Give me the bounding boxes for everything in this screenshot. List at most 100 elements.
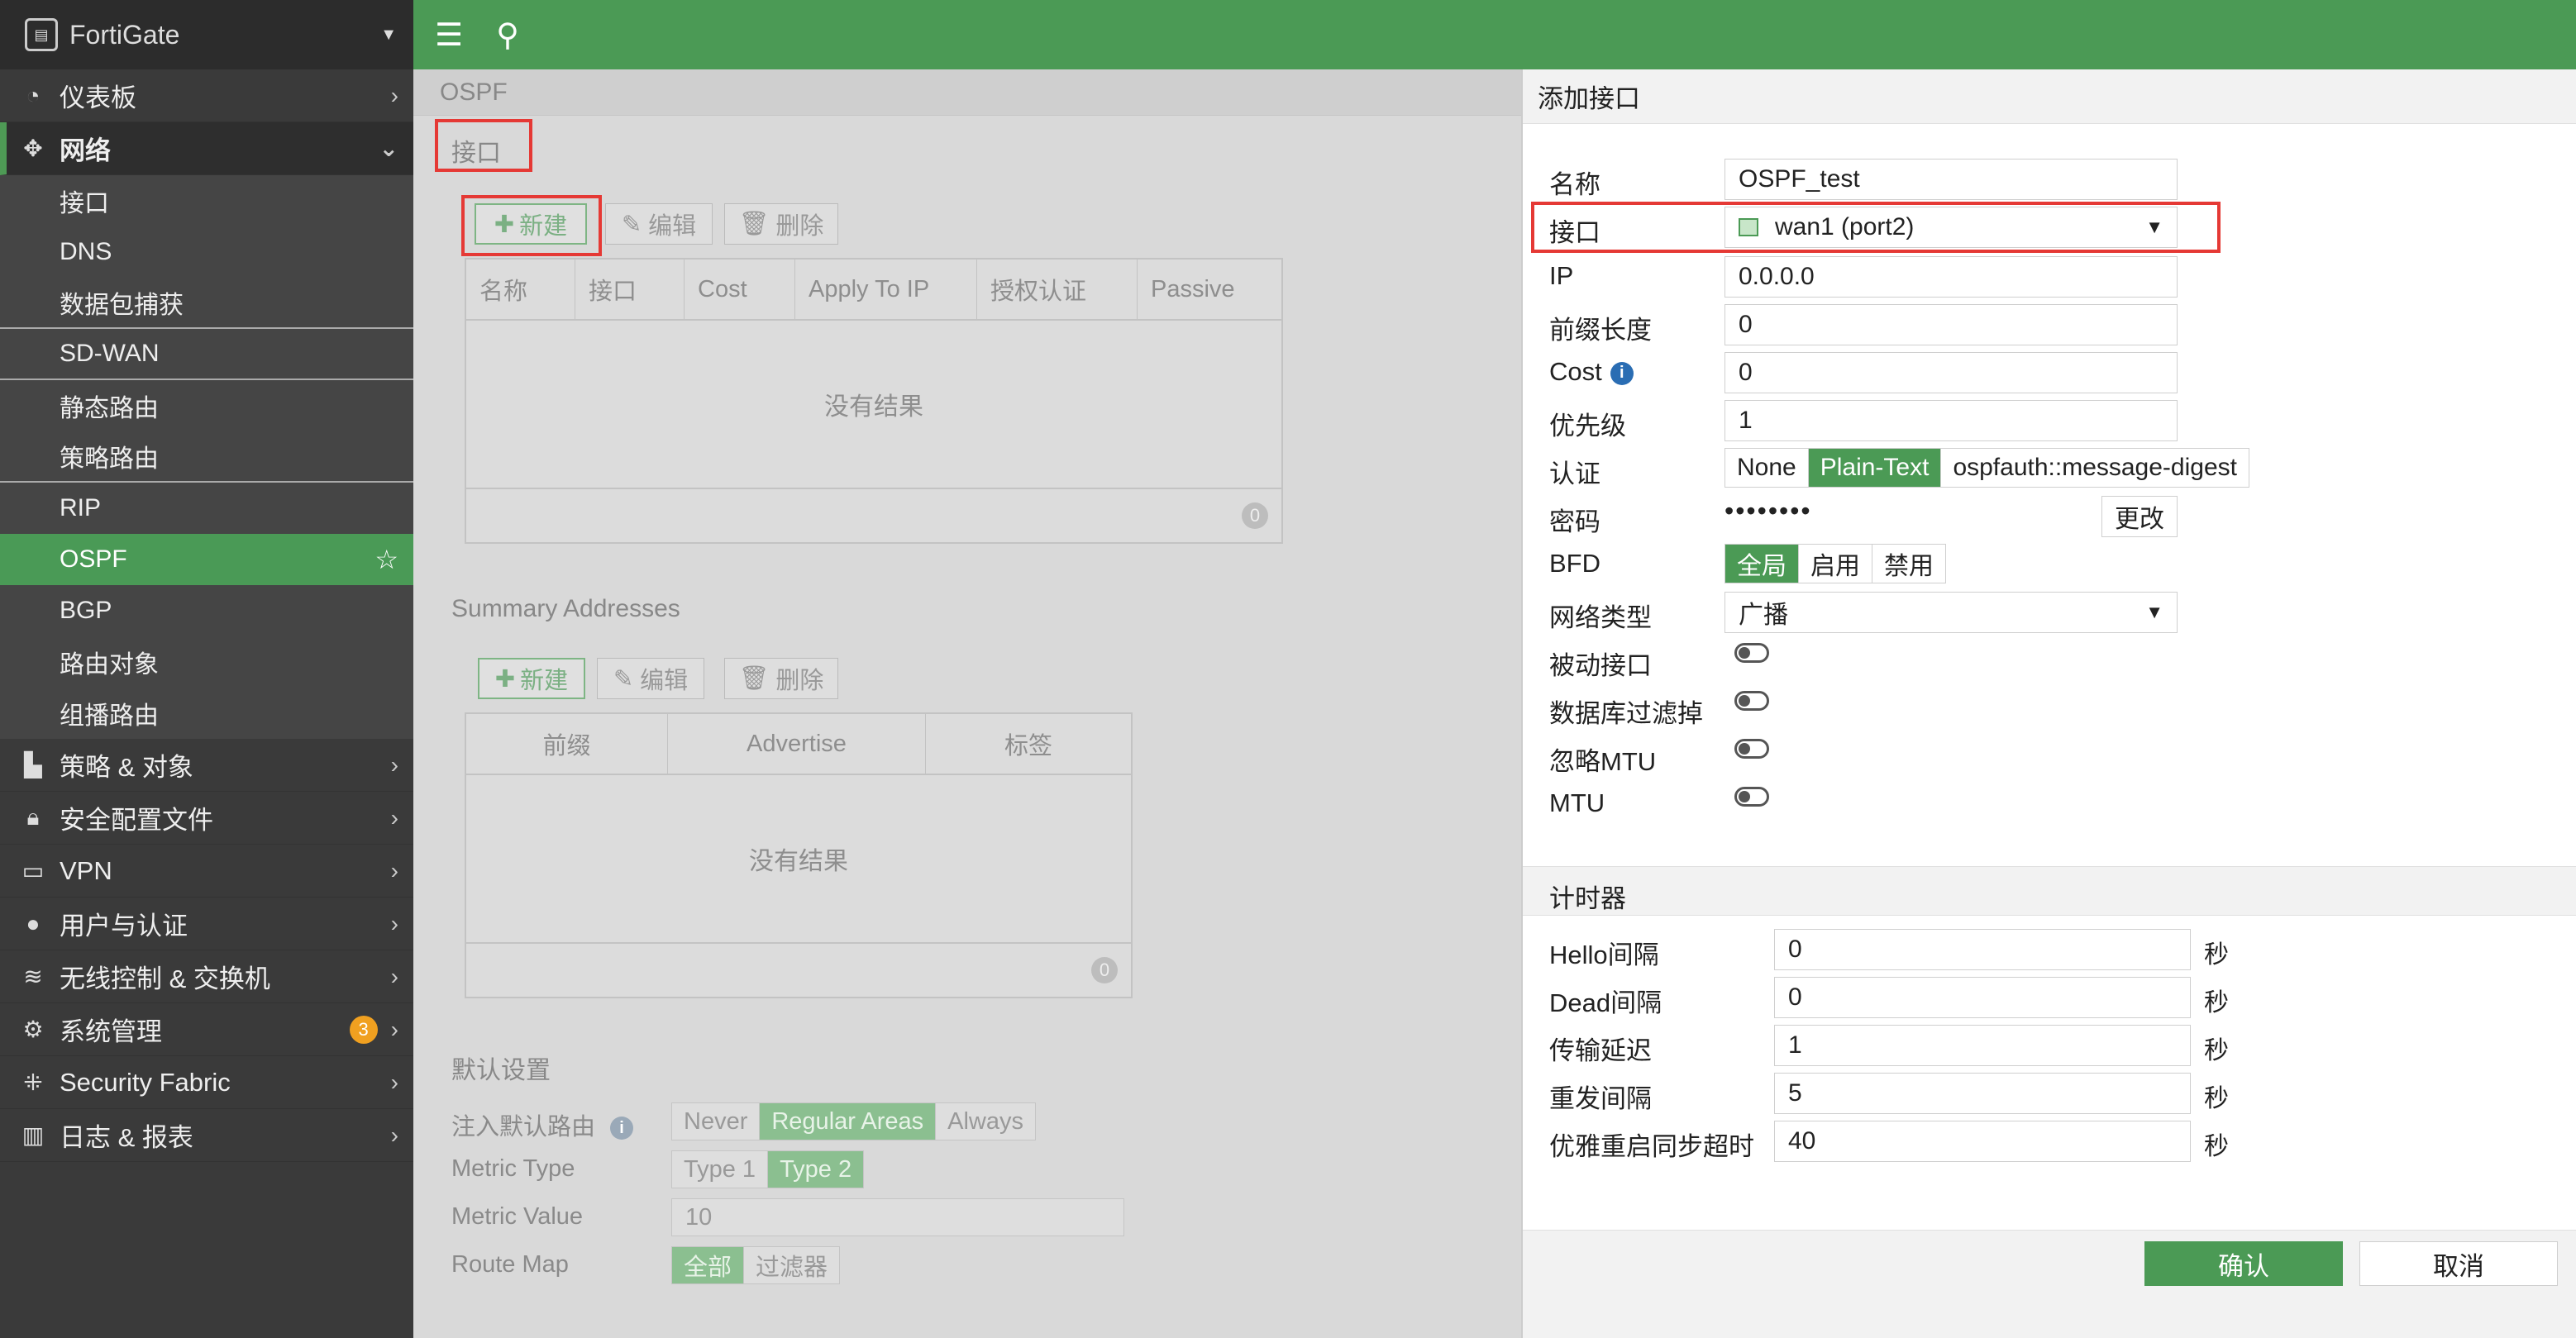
auth-option-plain-text[interactable]: Plain-Text [1808,449,1942,487]
sidebar-sub-routing-objects[interactable]: 路由对象 [0,636,413,688]
chevron-right-icon: › [390,910,398,936]
fortigate-logo-icon: ▤ [25,18,58,51]
option-type1[interactable]: Type 1 [672,1151,769,1188]
info-icon[interactable]: i [610,1117,634,1140]
delete-summary-button[interactable]: 🗑︎ 删除 [724,658,838,699]
option-regular-areas[interactable]: Regular Areas [760,1103,937,1140]
column-header[interactable]: Cost [685,260,795,319]
sidebar-item-wifi-switch[interactable]: ≋ 无线控制 & 交换机 › [0,950,413,1003]
change-password-button[interactable]: 更改 [2101,496,2178,537]
priority-input[interactable]: 1 [1724,400,2178,441]
column-header[interactable]: 名称 [466,260,575,319]
sidebar-sub-label: 数据包捕获 [60,292,184,319]
bfd-option-global[interactable]: 全局 [1725,545,1799,583]
sidebar-sub-rip[interactable]: RIP [0,483,413,534]
sidebar-item-log-report[interactable]: ▥ 日志 & 报表 › [0,1109,413,1162]
sidebar-sub-multicast[interactable]: 组播路由 [0,688,413,739]
option-type2[interactable]: Type 2 [768,1151,864,1188]
database-filter-toggle[interactable] [1734,691,1769,711]
network-type-select[interactable]: 广播 ▼ [1724,592,2178,633]
label-text: Cost [1549,357,1602,386]
prefix-length-input[interactable]: 0 [1724,304,2178,345]
sidebar-sub-label: SD-WAN [60,340,160,367]
edit-interface-button[interactable]: ✎ 编辑 [605,203,713,245]
column-header[interactable]: Apply To IP [795,260,977,319]
sidebar-sub-ospf[interactable]: OSPF ☆ [0,534,413,585]
button-label: 删除 [775,668,824,694]
search-icon[interactable]: ⚲ [496,17,519,54]
password-value: •••••••• [1724,496,1812,526]
interfaces-table: 名称 接口 Cost Apply To IP 授权认证 Passive 没有结果… [465,258,1283,544]
option-always[interactable]: Always [936,1103,1035,1140]
sidebar-item-label: 日志 & 报表 [60,1123,193,1152]
sidebar-sub-sdwan[interactable]: SD-WAN [0,329,413,380]
hello-interval-input[interactable]: 0 [1774,929,2191,970]
sidebar-sub-interfaces[interactable]: 接口 [0,175,413,226]
star-icon[interactable]: ☆ [374,544,398,575]
passive-interface-toggle[interactable] [1734,643,1769,663]
hamburger-menu-icon[interactable]: ☰ [435,17,463,54]
ignore-mtu-label: 忽略MTU [1549,747,1657,776]
cost-input[interactable]: 0 [1724,352,2178,393]
trash-icon: 🗑︎ [738,211,770,237]
option-filter[interactable]: 过滤器 [744,1247,840,1283]
name-input[interactable]: OSPF_test [1724,159,2178,200]
timers-section-title: 计时器 [1549,884,1626,913]
metric-value-input[interactable]: 10 [671,1198,1124,1236]
column-header[interactable]: Passive [1138,260,1281,319]
sidebar-sub-dns[interactable]: DNS [0,226,413,278]
sidebar-item-dashboard[interactable]: ◔ 仪表板 › [0,69,413,122]
column-header[interactable]: 前缀 [466,714,668,774]
sidebar-sub-label: BGP [60,597,112,624]
table-footer: 0 [466,488,1281,540]
bfd-option-disable[interactable]: 禁用 [1872,545,1945,583]
button-label: 新建 [520,668,569,694]
sidebar-sub-policy-routes[interactable]: 策略路由 [0,431,413,483]
bfd-option-enable[interactable]: 启用 [1799,545,1872,583]
mtu-toggle[interactable] [1734,787,1769,807]
brand-header[interactable]: ▤ FortiGate ▼ [0,0,413,69]
auth-option-none[interactable]: None [1725,449,1809,487]
sidebar-item-policy-objects[interactable]: ▙ 策略 & 对象 › [0,739,413,792]
brand-name: FortiGate [69,19,180,50]
delete-interface-button[interactable]: 🗑︎ 删除 [724,203,838,245]
ignore-mtu-toggle[interactable] [1734,739,1769,759]
sidebar-item-security-profiles[interactable]: 🔒︎ 安全配置文件 › [0,792,413,845]
sidebar-sub-packet-capture[interactable]: 数据包捕获 [0,278,413,329]
dead-interval-input[interactable]: 0 [1774,977,2191,1018]
sidebar-item-vpn[interactable]: ▭ VPN › [0,845,413,898]
ip-input[interactable]: 0.0.0.0 [1724,256,2178,298]
column-header[interactable]: 授权认证 [977,260,1138,319]
sidebar-item-label: 策略 & 对象 [60,753,193,782]
column-header[interactable]: 接口 [575,260,685,319]
column-header[interactable]: 标签 [926,714,1131,774]
sidebar-sub-label: 组播路由 [60,702,159,730]
button-label: 删除 [775,213,824,240]
interfaces-section-title: 接口 [451,140,501,167]
interface-select[interactable]: wan1 (port2) ▼ [1724,207,2178,248]
hello-interval-label: Hello间隔 [1549,940,1659,969]
sidebar-sub-label: 静态路由 [60,395,159,422]
sidebar-sub-static-routes[interactable]: 静态路由 [0,380,413,431]
sidebar-item-system[interactable]: ⚙ 系统管理 3 › [0,1003,413,1056]
sidebar-sub-label: DNS [60,238,112,265]
graceful-restart-timeout-input[interactable]: 40 [1774,1121,2191,1162]
timers-header [1523,866,2576,916]
retransmit-interval-input[interactable]: 5 [1774,1073,2191,1114]
sidebar-item-security-fabric[interactable]: ⁜ Security Fabric › [0,1056,413,1109]
option-never[interactable]: Never [672,1103,761,1140]
new-interface-button[interactable]: ✚ 新建 [475,203,587,245]
column-header[interactable]: Advertise [668,714,926,774]
edit-summary-button[interactable]: ✎ 编辑 [597,658,704,699]
ok-button[interactable]: 确认 [2144,1241,2343,1286]
cancel-button[interactable]: 取消 [2359,1241,2558,1286]
info-icon[interactable]: i [1610,361,1634,385]
new-summary-button[interactable]: ✚ 新建 [478,658,585,699]
sidebar-item-user-auth[interactable]: ● 用户与认证 › [0,898,413,950]
option-all[interactable]: 全部 [672,1247,745,1283]
sidebar-item-network[interactable]: ✥ 网络 ⌄ [0,122,413,175]
auth-option-message-digest[interactable]: ospfauth::message-digest [1941,449,2249,487]
sidebar-item-label: Security Fabric [60,1067,231,1097]
transmit-delay-input[interactable]: 1 [1774,1025,2191,1066]
sidebar-sub-bgp[interactable]: BGP [0,585,413,636]
